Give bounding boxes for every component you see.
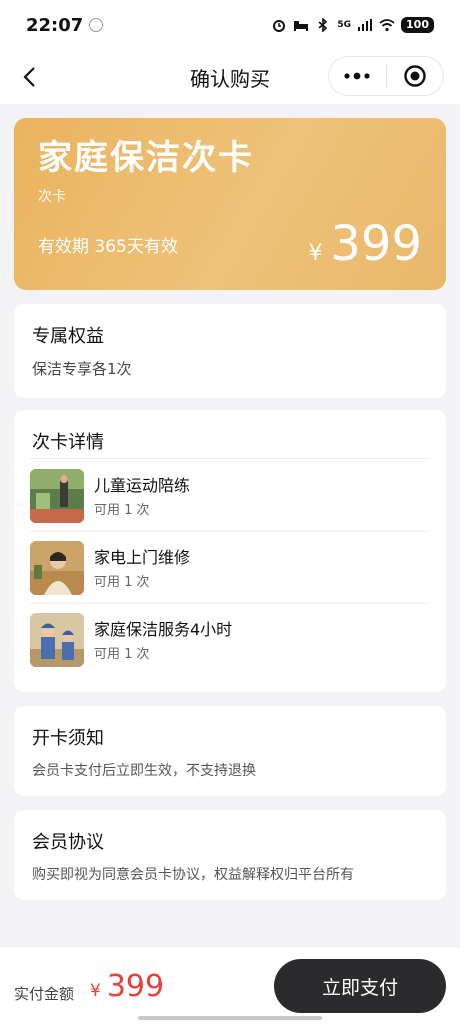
signal-icon (358, 19, 373, 31)
bed-icon (294, 21, 309, 31)
close-button[interactable] (387, 57, 444, 95)
detail-item[interactable]: 家电上门维修 可用 1 次 (30, 532, 430, 604)
sports-training-image (30, 469, 84, 523)
total-amount: ¥ 399 (90, 969, 164, 1004)
currency-symbol: ¥ (308, 241, 323, 266)
total-value: 399 (106, 969, 165, 1004)
mini-program-capsule (328, 56, 444, 96)
status-time: 22:07 (26, 14, 104, 36)
detail-item[interactable]: 儿童运动陪练 可用 1 次 (30, 460, 430, 532)
card-subtitle: 次卡 (38, 189, 66, 205)
wifi-icon (379, 19, 395, 32)
membership-agreement-card[interactable]: 会员协议 购买即视为同意会员卡协议，权益解释权归平台所有 (14, 810, 446, 900)
benefits-card: 专属权益 保洁专享各1次 (14, 304, 446, 398)
clock-text: 22:07 (26, 14, 84, 36)
more-button[interactable] (329, 57, 386, 95)
item-thumbnail (30, 613, 84, 667)
benefits-title: 专属权益 (32, 326, 104, 347)
divider (30, 458, 430, 459)
nav-bar: 确认购买 (0, 50, 460, 104)
agreement-text: 购买即视为同意会员卡协议，权益解释权归平台所有 (32, 867, 354, 883)
item-count: 可用 1 次 (94, 574, 150, 590)
card-price: ¥ 399 (308, 216, 422, 272)
item-count: 可用 1 次 (94, 502, 150, 518)
item-thumbnail (30, 469, 84, 523)
benefits-text: 保洁专享各1次 (32, 360, 132, 378)
item-count: 可用 1 次 (94, 646, 150, 662)
currency-symbol: ¥ (90, 981, 101, 1001)
alarm-icon (273, 20, 286, 32)
more-dots-icon (344, 72, 370, 80)
chevron-left-icon (23, 67, 35, 87)
appliance-repair-image (30, 541, 84, 595)
total-label: 实付金额 (14, 985, 75, 1003)
home-indicator[interactable] (138, 1016, 322, 1020)
item-name: 家庭保洁服务4小时 (94, 619, 233, 639)
checkout-bar: 实付金额 ¥ 399 立即支付 (0, 946, 460, 1024)
status-icons: 5G 100 (271, 17, 434, 33)
item-name: 儿童运动陪练 (94, 475, 191, 495)
item-thumbnail (30, 541, 84, 595)
bluetooth-icon (318, 18, 328, 32)
card-validity: 有效期 365天有效 (38, 237, 178, 257)
notice-text: 会员卡支付后立即生效，不支持退换 (32, 763, 256, 779)
battery-icon: 100 (401, 17, 434, 33)
item-name: 家电上门维修 (94, 547, 191, 567)
target-circle-icon (404, 65, 426, 87)
card-details: 次卡详情 儿童运动陪练 可用 1 次 家电上门维修 可用 1 次 家庭保洁服务4… (14, 410, 446, 692)
card-title: 家庭保洁次卡 (38, 138, 254, 178)
timer-icon (89, 18, 104, 32)
pay-now-button[interactable]: 立即支付 (274, 959, 446, 1013)
price-value: 399 (330, 216, 422, 272)
status-bar: 22:07 5G 100 (0, 0, 460, 50)
membership-card-banner: 家庭保洁次卡 次卡 有效期 365天有效 ¥ 399 (14, 118, 446, 290)
notice-title: 开卡须知 (32, 728, 104, 749)
network-type-label: 5G (337, 20, 352, 30)
back-button[interactable] (14, 62, 44, 92)
home-cleaning-image (30, 613, 84, 667)
page-title: 确认购买 (190, 66, 270, 91)
agreement-title: 会员协议 (32, 832, 104, 853)
details-title: 次卡详情 (32, 432, 104, 453)
activation-notice-card: 开卡须知 会员卡支付后立即生效，不支持退换 (14, 706, 446, 796)
detail-item[interactable]: 家庭保洁服务4小时 可用 1 次 (30, 604, 430, 676)
